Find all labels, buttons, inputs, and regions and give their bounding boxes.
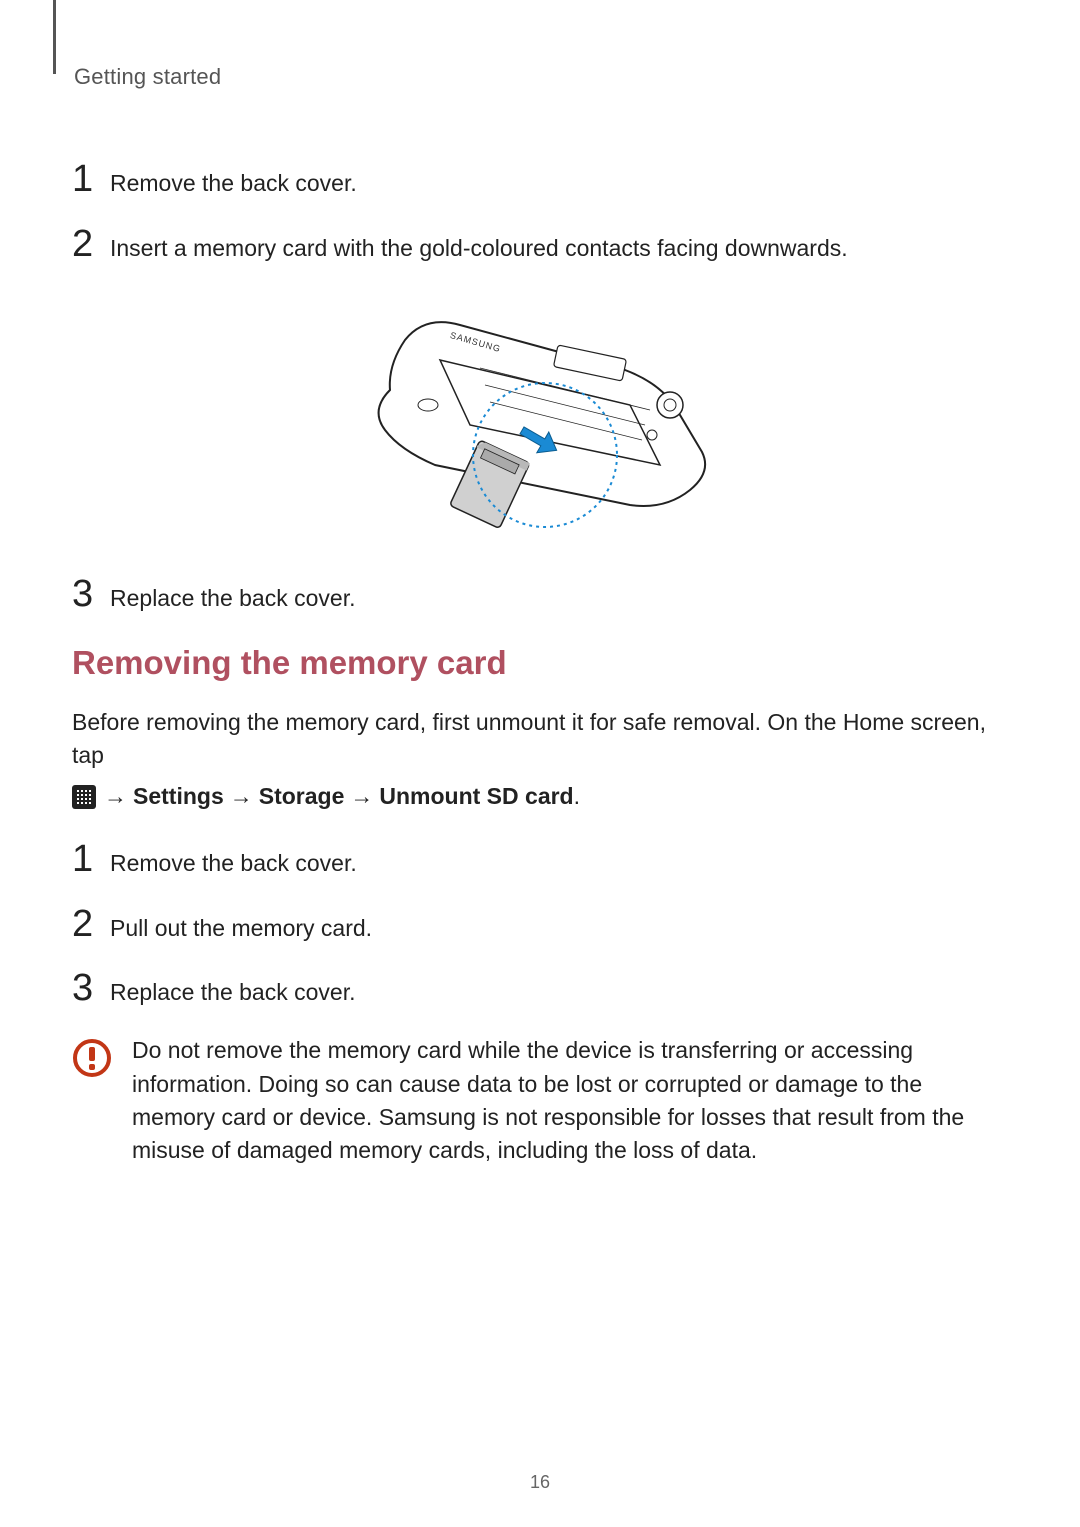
path-storage: Storage bbox=[259, 780, 345, 813]
step-number: 2 bbox=[72, 905, 110, 943]
arrow-icon: → bbox=[104, 780, 127, 813]
device-illustration: SAMSUNG bbox=[72, 290, 1008, 535]
path-settings: Settings bbox=[133, 780, 224, 813]
step-text: Remove the back cover. bbox=[110, 849, 357, 879]
step-text: Replace the back cover. bbox=[110, 978, 355, 1008]
step-text: Pull out the memory card. bbox=[110, 914, 372, 944]
caution-text: Do not remove the memory card while the … bbox=[132, 1034, 1008, 1167]
section-heading-removing: Removing the memory card bbox=[72, 644, 1008, 682]
insert-steps-list-cont: 3 Replace the back cover. bbox=[72, 575, 1008, 614]
navigation-path: → Settings → Storage → Unmount SD card. bbox=[72, 780, 1008, 813]
path-period: . bbox=[574, 783, 580, 809]
step-item: 2 Insert a memory card with the gold-col… bbox=[72, 225, 1008, 264]
arrow-icon: → bbox=[350, 780, 373, 813]
step-item: 1 Remove the back cover. bbox=[72, 840, 1008, 879]
step-item: 3 Replace the back cover. bbox=[72, 969, 1008, 1008]
step-item: 3 Replace the back cover. bbox=[72, 575, 1008, 614]
page-number: 16 bbox=[0, 1472, 1080, 1493]
header-tick-mark bbox=[53, 0, 56, 74]
step-number: 3 bbox=[72, 969, 110, 1007]
phone-memory-card-illustration: SAMSUNG bbox=[330, 290, 750, 530]
step-number: 1 bbox=[72, 840, 110, 878]
step-item: 2 Pull out the memory card. bbox=[72, 905, 1008, 944]
step-text: Remove the back cover. bbox=[110, 169, 357, 199]
caution-callout: Do not remove the memory card while the … bbox=[72, 1034, 1008, 1167]
path-unmount: Unmount SD card bbox=[379, 783, 573, 809]
intro-paragraph-line1: Before removing the memory card, first u… bbox=[72, 706, 1008, 773]
apps-grid-icon bbox=[72, 785, 96, 809]
step-number: 1 bbox=[72, 160, 110, 198]
step-item: 1 Remove the back cover. bbox=[72, 160, 1008, 199]
remove-steps-list: 1 Remove the back cover. 2 Pull out the … bbox=[72, 840, 1008, 1009]
arrow-icon: → bbox=[230, 780, 253, 813]
page-header-section: Getting started bbox=[74, 64, 1008, 90]
step-number: 3 bbox=[72, 575, 110, 613]
step-text: Replace the back cover. bbox=[110, 584, 355, 614]
caution-icon bbox=[72, 1038, 112, 1167]
step-text: Insert a memory card with the gold-colou… bbox=[110, 234, 848, 264]
step-number: 2 bbox=[72, 225, 110, 263]
insert-steps-list: 1 Remove the back cover. 2 Insert a memo… bbox=[72, 160, 1008, 264]
manual-page: Getting started 1 Remove the back cover.… bbox=[0, 0, 1080, 1527]
